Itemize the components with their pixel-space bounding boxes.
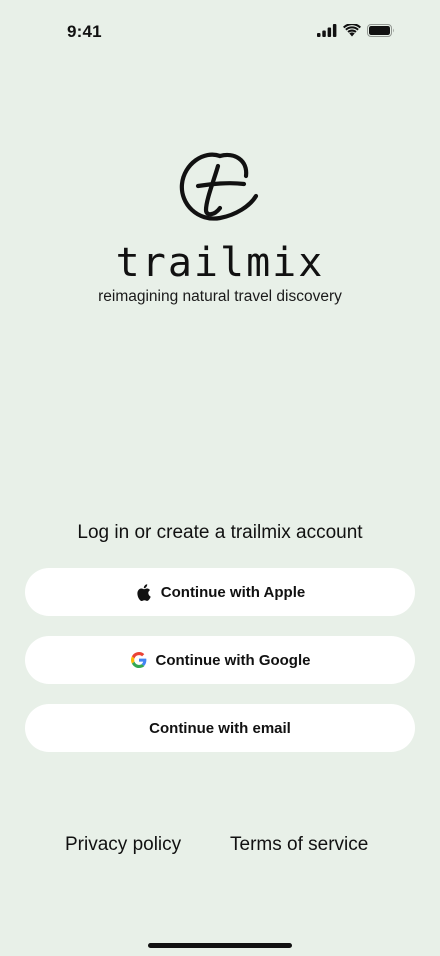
battery-icon xyxy=(367,24,395,42)
continue-with-email-button[interactable]: Continue with email xyxy=(25,704,415,752)
status-bar: 9:41 xyxy=(0,0,440,64)
status-icons xyxy=(317,23,395,42)
trailmix-t-logo-icon xyxy=(176,146,264,226)
continue-with-apple-button[interactable]: Continue with Apple xyxy=(25,568,415,616)
google-icon xyxy=(130,651,148,669)
brand-name: trailmix xyxy=(115,240,325,286)
privacy-policy-link[interactable]: Privacy policy xyxy=(65,834,181,856)
continue-with-email-label: Continue with email xyxy=(149,719,291,737)
continue-with-apple-label: Continue with Apple xyxy=(160,583,306,601)
auth-heading: Log in or create a trailmix account xyxy=(77,522,363,543)
wifi-icon xyxy=(343,23,361,42)
cellular-signal-icon xyxy=(317,24,337,42)
home-indicator xyxy=(148,943,292,948)
terms-of-service-link[interactable]: Terms of service xyxy=(230,834,368,856)
continue-with-google-button[interactable]: Continue with Google xyxy=(25,636,415,684)
apple-icon xyxy=(135,583,153,601)
status-time: 9:41 xyxy=(67,22,102,41)
brand-tagline: reimagining natural travel discovery xyxy=(98,288,342,305)
continue-with-google-label: Continue with Google xyxy=(155,651,311,669)
